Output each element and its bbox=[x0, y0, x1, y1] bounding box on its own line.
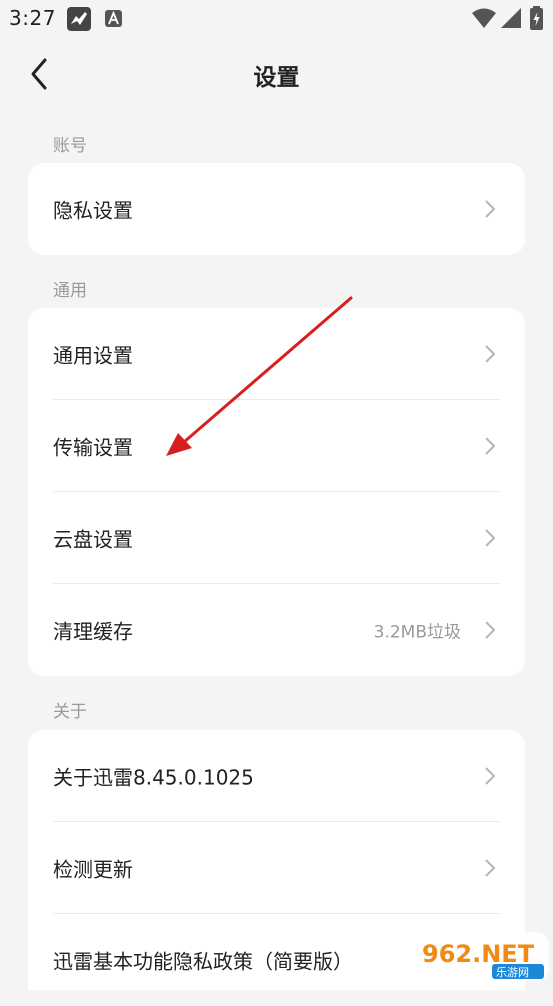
wifi-icon bbox=[472, 8, 496, 28]
section-title-about: 关于 bbox=[53, 702, 87, 722]
chevron-right-icon bbox=[485, 621, 496, 639]
item-label: 隐私设置 bbox=[53, 198, 133, 223]
chevron-right-icon bbox=[485, 345, 496, 363]
account-card: 隐私设置 bbox=[28, 163, 525, 255]
a-notification-icon bbox=[105, 10, 122, 27]
privacy-settings-item[interactable]: 隐私设置 bbox=[28, 163, 525, 255]
watermark-sub: 乐游网 bbox=[496, 966, 529, 979]
item-label: 清理缓存 bbox=[53, 619, 133, 644]
item-label: 关于迅雷8.45.0.1025 bbox=[53, 765, 254, 790]
section-title-general: 通用 bbox=[53, 281, 87, 301]
about-xunlei-item[interactable]: 关于迅雷8.45.0.1025 bbox=[28, 730, 525, 822]
general-settings-item[interactable]: 通用设置 bbox=[28, 308, 525, 400]
item-label: 云盘设置 bbox=[53, 527, 133, 552]
clear-cache-item[interactable]: 清理缓存 3.2MB垃圾 bbox=[28, 584, 525, 676]
battery-charging-icon bbox=[530, 6, 543, 30]
cache-size-value: 3.2MB垃圾 bbox=[373, 622, 461, 643]
check-update-item[interactable]: 检测更新 bbox=[28, 822, 525, 914]
item-label: 通用设置 bbox=[53, 343, 133, 368]
chevron-right-icon bbox=[485, 200, 496, 218]
watermark-logo: 962.NET 乐游网 bbox=[414, 932, 549, 981]
section-title-account: 账号 bbox=[53, 136, 87, 156]
bird-app-icon bbox=[67, 7, 91, 31]
signal-icon bbox=[501, 8, 521, 28]
header: 设置 bbox=[0, 40, 553, 110]
status-bar: 3:27 bbox=[0, 0, 553, 38]
cloud-settings-item[interactable]: 云盘设置 bbox=[28, 492, 525, 584]
status-time: 3:27 bbox=[9, 6, 56, 30]
watermark-brand: 962.NET bbox=[422, 940, 535, 968]
chevron-right-icon bbox=[485, 437, 496, 455]
chevron-right-icon bbox=[485, 859, 496, 877]
item-label: 传输设置 bbox=[53, 435, 133, 460]
chevron-right-icon bbox=[485, 529, 496, 547]
item-label: 检测更新 bbox=[53, 857, 133, 882]
page-title: 设置 bbox=[253, 65, 300, 91]
general-card: 通用设置 传输设置 云盘设置 清理缓存 3.2MB垃圾 bbox=[28, 308, 525, 676]
transfer-settings-item[interactable]: 传输设置 bbox=[28, 400, 525, 492]
chevron-right-icon bbox=[485, 767, 496, 785]
item-label: 迅雷基本功能隐私政策（简要版） bbox=[53, 949, 353, 974]
